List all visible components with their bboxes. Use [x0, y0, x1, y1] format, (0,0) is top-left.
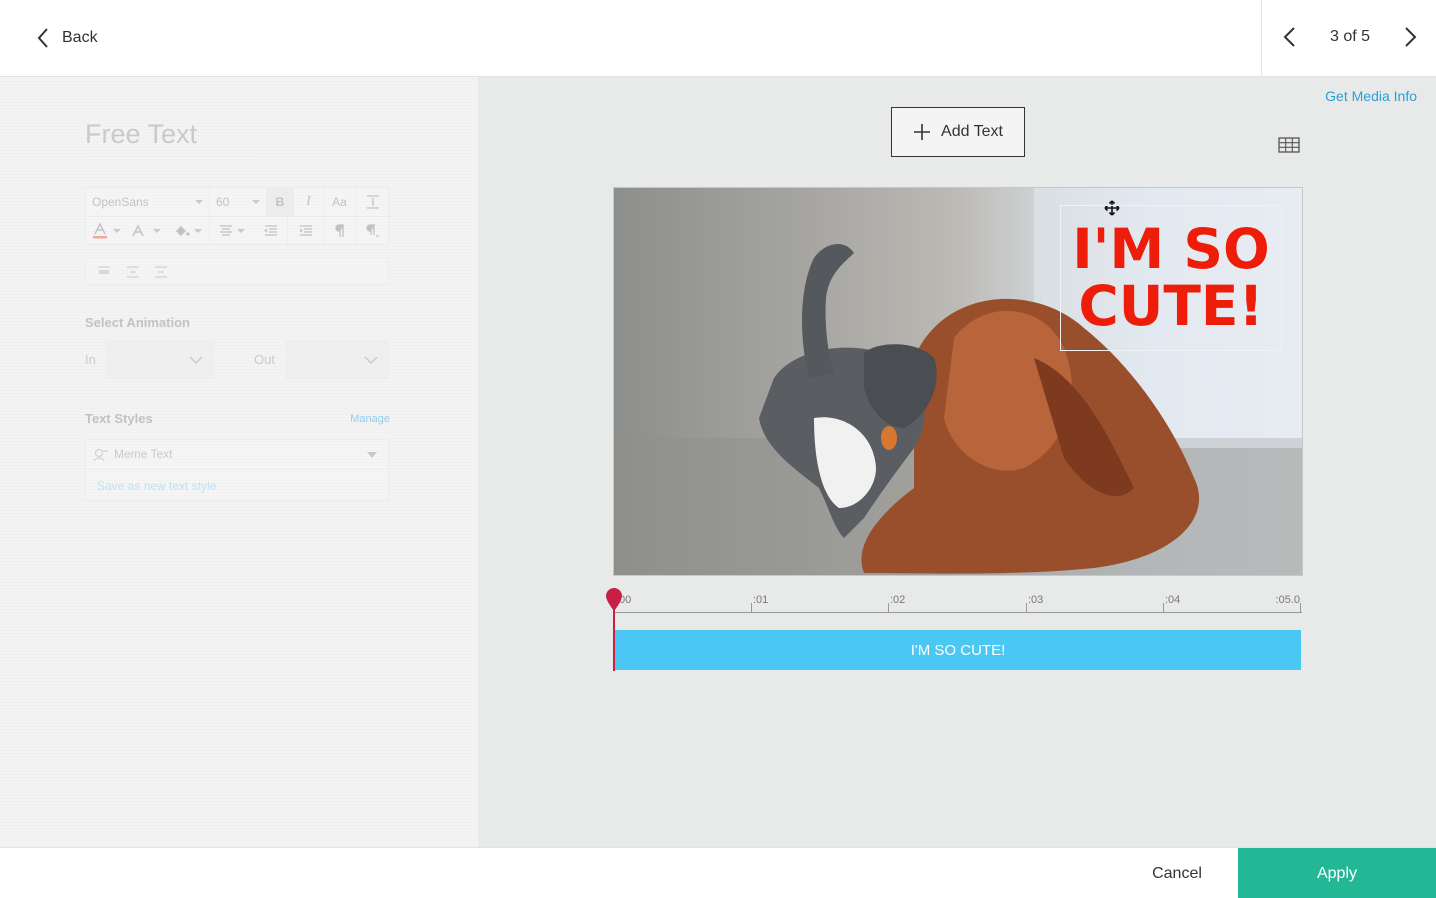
top-bar: Back 3 of 5 — [0, 0, 1436, 77]
manage-styles-link[interactable]: Manage — [340, 413, 390, 425]
rtl-button[interactable] — [356, 217, 389, 245]
media-canvas[interactable]: I'M SO CUTE! — [613, 187, 1303, 576]
text-styles-box: Meme Text Save as new text style — [85, 439, 389, 501]
text-clip-label: I'M SO CUTE! — [910, 641, 1006, 659]
italic-button[interactable]: I — [294, 188, 324, 216]
font-size-select[interactable]: 60 — [210, 188, 267, 216]
timeline-tick — [888, 603, 889, 613]
bold-icon: B — [275, 195, 285, 209]
get-media-info-link[interactable]: Get Media Info — [1325, 88, 1417, 104]
chevron-left-icon — [37, 28, 48, 48]
save-text-style-link[interactable]: Save as new text style — [97, 479, 216, 493]
text-style-select[interactable]: Meme Text — [86, 440, 388, 470]
font-family-select[interactable]: OpenSans — [86, 188, 210, 216]
paint-bucket-icon — [175, 226, 190, 236]
anim-in-label: In — [85, 352, 96, 367]
next-item-icon[interactable] — [1400, 26, 1420, 48]
text-title-input[interactable]: Free Text — [85, 119, 389, 157]
text-clip[interactable]: I'M SO CUTE! — [615, 630, 1301, 670]
font-size-value: 60 — [216, 195, 230, 209]
timeline-tick-label: :03 — [1028, 594, 1044, 606]
playhead-handle-icon[interactable] — [605, 588, 623, 612]
apply-button[interactable]: Apply — [1238, 848, 1436, 898]
text-style-value: Meme Text — [114, 447, 173, 461]
anim-out-label: Out — [254, 352, 275, 367]
align-button[interactable] — [210, 217, 254, 245]
align-middle-icon[interactable] — [126, 266, 140, 278]
indent-icon — [299, 225, 312, 236]
text-styles-label: Text Styles — [85, 411, 153, 426]
text-style-icon — [93, 448, 108, 462]
timeline-tick — [1300, 603, 1301, 613]
item-pager: 3 of 5 — [1261, 0, 1436, 77]
line-height-icon — [366, 195, 379, 209]
timeline[interactable]: :00:01:02:03:04:05.0 I'M SO CUTE! — [606, 587, 1302, 677]
font-color-button[interactable] — [86, 217, 126, 245]
preview-workspace: Get Media Info Add Text I'M SO CUTE!:00… — [478, 77, 1436, 847]
text-highlight-icon — [132, 224, 144, 237]
align-top-icon[interactable] — [97, 266, 111, 278]
outdent-button[interactable] — [254, 217, 288, 245]
timeline-tick-label: :05.0 — [1275, 594, 1300, 606]
timeline-tick — [1163, 603, 1164, 613]
layout-toolbar — [85, 257, 389, 285]
timeline-tick-label: :02 — [890, 594, 906, 606]
align-bottom-icon[interactable] — [154, 266, 168, 278]
back-button[interactable]: Back — [36, 24, 98, 52]
pager-count: 3 of 5 — [1329, 28, 1371, 45]
timeline-ruler — [614, 612, 1302, 613]
format-toolbar: OpenSans 60 B I Aa — [85, 187, 390, 245]
add-text-label: Add Text — [941, 123, 1003, 140]
apply-label: Apply — [1316, 864, 1358, 882]
anim-in-select[interactable] — [106, 341, 214, 379]
timeline-tick-label: :04 — [1165, 594, 1181, 606]
dropdown-caret-icon — [367, 452, 377, 458]
plus-icon — [914, 124, 931, 140]
ltr-button[interactable] — [324, 217, 356, 245]
text-case-icon: Aa — [332, 195, 347, 209]
timeline-tick-label: :01 — [753, 594, 769, 606]
font-family-value: OpenSans — [92, 195, 149, 209]
timeline-tick — [1026, 603, 1027, 613]
align-center-icon — [220, 225, 232, 236]
back-label: Back — [62, 29, 98, 46]
select-animation-label: Select Animation — [85, 315, 190, 330]
grid-icon[interactable] — [1278, 137, 1300, 153]
add-text-button[interactable]: Add Text — [891, 107, 1025, 157]
highlight-button[interactable] — [126, 217, 166, 245]
chevron-down-icon — [364, 356, 378, 365]
timeline-tick — [751, 603, 752, 613]
paragraph-rtl-icon — [365, 224, 379, 237]
fill-color-button[interactable] — [166, 217, 210, 245]
anim-out-select[interactable] — [286, 341, 389, 379]
text-case-button[interactable]: Aa — [324, 188, 356, 216]
line-height-button[interactable] — [356, 188, 389, 216]
font-color-icon — [93, 222, 107, 239]
indent-button[interactable] — [288, 217, 324, 245]
paragraph-ltr-icon — [334, 224, 344, 237]
bold-button[interactable]: B — [267, 188, 294, 216]
footer-bar: Cancel Apply — [0, 847, 1436, 898]
text-overlay-box[interactable]: I'M SO CUTE! — [1060, 205, 1282, 351]
chevron-down-icon — [189, 356, 203, 365]
cancel-button[interactable]: Cancel — [1117, 848, 1237, 898]
text-properties-panel: Free Text OpenSans 60 B I Aa Select Anim… — [0, 77, 478, 847]
prev-item-icon[interactable] — [1280, 26, 1300, 48]
italic-icon: I — [306, 194, 311, 209]
outdent-icon — [263, 225, 277, 236]
meme-text: I'M SO CUTE! — [1072, 217, 1270, 338]
cancel-label: Cancel — [1152, 864, 1202, 882]
playhead-line — [613, 607, 615, 671]
